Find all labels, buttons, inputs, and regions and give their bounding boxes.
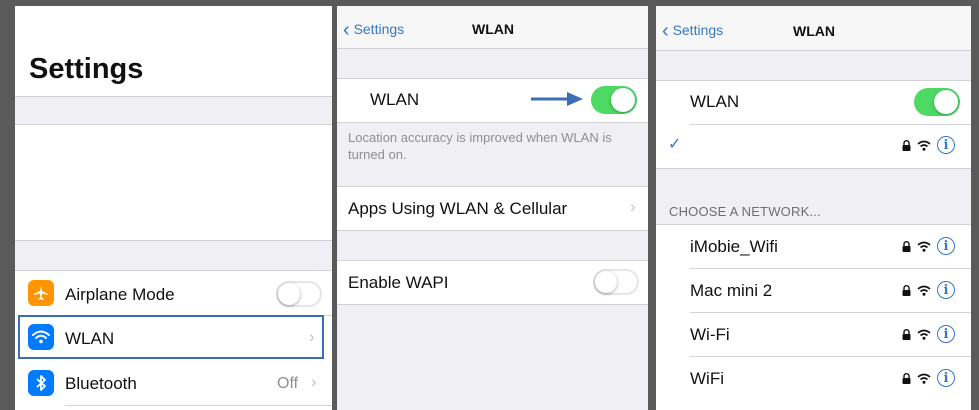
network-name: iMobie_Wifi <box>690 237 778 256</box>
lock-icon <box>902 372 911 384</box>
divider <box>656 50 971 51</box>
network-status-icons: i <box>902 136 955 154</box>
chevron-right-icon: › <box>630 197 636 216</box>
wlan-toggle[interactable] <box>914 88 960 116</box>
back-button[interactable]: ‹ Settings <box>662 20 723 43</box>
wlan-panel-1: ‹ Settings WLAN WLAN Location accuracy i… <box>337 6 648 410</box>
divider <box>15 124 332 125</box>
page-title: Settings <box>29 53 144 85</box>
divider <box>337 186 648 187</box>
divider <box>337 304 648 305</box>
divider <box>337 230 648 231</box>
airplane-mode-toggle[interactable] <box>276 281 322 307</box>
lock-icon <box>902 240 911 252</box>
lock-icon <box>902 328 911 340</box>
bluetooth-icon <box>28 370 54 396</box>
enable-wapi-label: Enable WAPI <box>348 273 449 292</box>
info-icon[interactable]: i <box>937 369 955 387</box>
wifi-signal-icon <box>917 329 931 340</box>
network-name: Wi-Fi <box>690 325 730 344</box>
wlan-footnote: Location accuracy is improved when WLAN … <box>348 130 612 162</box>
settings-panel: Settings Airplane Mode WLAN › Bluetooth … <box>15 6 332 410</box>
chevron-left-icon: ‹ <box>343 19 350 41</box>
bluetooth-label: Bluetooth <box>65 374 137 393</box>
wlan-label: WLAN <box>370 90 420 109</box>
network-row[interactable]: WiFi i <box>656 357 971 401</box>
divider <box>656 168 971 169</box>
apps-using-wlan-label: Apps Using WLAN & Cellular <box>348 199 568 218</box>
bluetooth-status: Off <box>277 375 299 392</box>
section-header: CHOOSE A NETWORK... <box>669 204 821 219</box>
enable-wapi-toggle[interactable] <box>593 269 639 295</box>
nav-title: WLAN <box>793 23 835 39</box>
divider <box>15 96 332 97</box>
settings-row-wlan[interactable] <box>18 315 324 359</box>
network-name: Mac mini 2 <box>690 281 773 300</box>
profile-placeholder-group <box>15 124 332 240</box>
network-row[interactable]: Mac mini 2 i <box>656 269 971 313</box>
wlan-panel-2: ‹ Settings WLAN WLAN ✓ i CHOOSE A NETWOR… <box>656 6 971 410</box>
wifi-signal-icon <box>917 373 931 384</box>
info-icon[interactable]: i <box>937 237 955 255</box>
divider <box>337 48 648 49</box>
airplane-icon <box>28 280 54 306</box>
info-icon[interactable]: i <box>937 136 955 154</box>
divider <box>656 80 971 81</box>
lock-icon <box>902 284 911 296</box>
info-icon[interactable]: i <box>937 325 955 343</box>
checkmark-icon: ✓ <box>668 136 682 153</box>
back-button[interactable]: ‹ Settings <box>343 19 404 42</box>
divider <box>15 270 332 271</box>
wifi-signal-icon <box>917 285 931 296</box>
network-row[interactable]: Wi-Fi i <box>656 313 971 357</box>
network-status-icons: i <box>902 369 955 387</box>
divider <box>337 122 648 123</box>
wifi-icon <box>28 324 54 350</box>
wlan-label: WLAN <box>690 92 740 111</box>
network-status-icons: i <box>902 281 955 299</box>
network-name: WiFi <box>690 369 724 388</box>
lock-icon <box>902 139 911 151</box>
divider <box>15 240 332 241</box>
network-status-icons: i <box>902 237 955 255</box>
nav-title: WLAN <box>472 21 514 37</box>
chevron-left-icon: ‹ <box>662 20 669 42</box>
pointer-arrow-icon <box>531 92 583 106</box>
wifi-signal-icon <box>917 140 931 151</box>
divider <box>337 78 648 79</box>
chevron-right-icon: › <box>309 327 315 346</box>
divider <box>65 405 332 406</box>
network-status-icons: i <box>902 325 955 343</box>
network-row[interactable]: iMobie_Wifi i <box>656 225 971 269</box>
divider <box>337 260 648 261</box>
wlan-label: WLAN <box>65 329 115 348</box>
chevron-right-icon: › <box>311 372 317 391</box>
wifi-signal-icon <box>917 241 931 252</box>
info-icon[interactable]: i <box>937 281 955 299</box>
wlan-toggle[interactable] <box>591 86 637 114</box>
airplane-mode-label: Airplane Mode <box>65 285 175 304</box>
